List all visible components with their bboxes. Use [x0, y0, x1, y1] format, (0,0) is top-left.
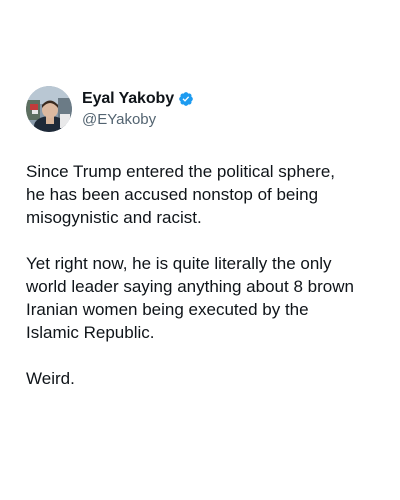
author-handle[interactable]: @EYakoby	[82, 111, 194, 129]
tweet-paragraph: Since Trump entered the political sphere…	[26, 162, 336, 227]
avatar[interactable]	[26, 86, 72, 132]
author-identity: Eyal Yakoby @EYakoby	[82, 89, 194, 129]
author-display-name[interactable]: Eyal Yakoby	[82, 90, 174, 108]
tweet-card: Eyal Yakoby @EYakoby Since Trump entered…	[0, 0, 400, 500]
name-row: Eyal Yakoby	[82, 89, 194, 109]
tweet-paragraph: Weird.	[26, 369, 75, 388]
tweet-paragraph: Yet right now, he is quite literally the…	[26, 254, 354, 342]
tweet-text: Since Trump entered the political sphere…	[26, 160, 386, 390]
tweet-header: Eyal Yakoby @EYakoby	[26, 84, 194, 134]
verified-badge-icon	[179, 92, 193, 106]
